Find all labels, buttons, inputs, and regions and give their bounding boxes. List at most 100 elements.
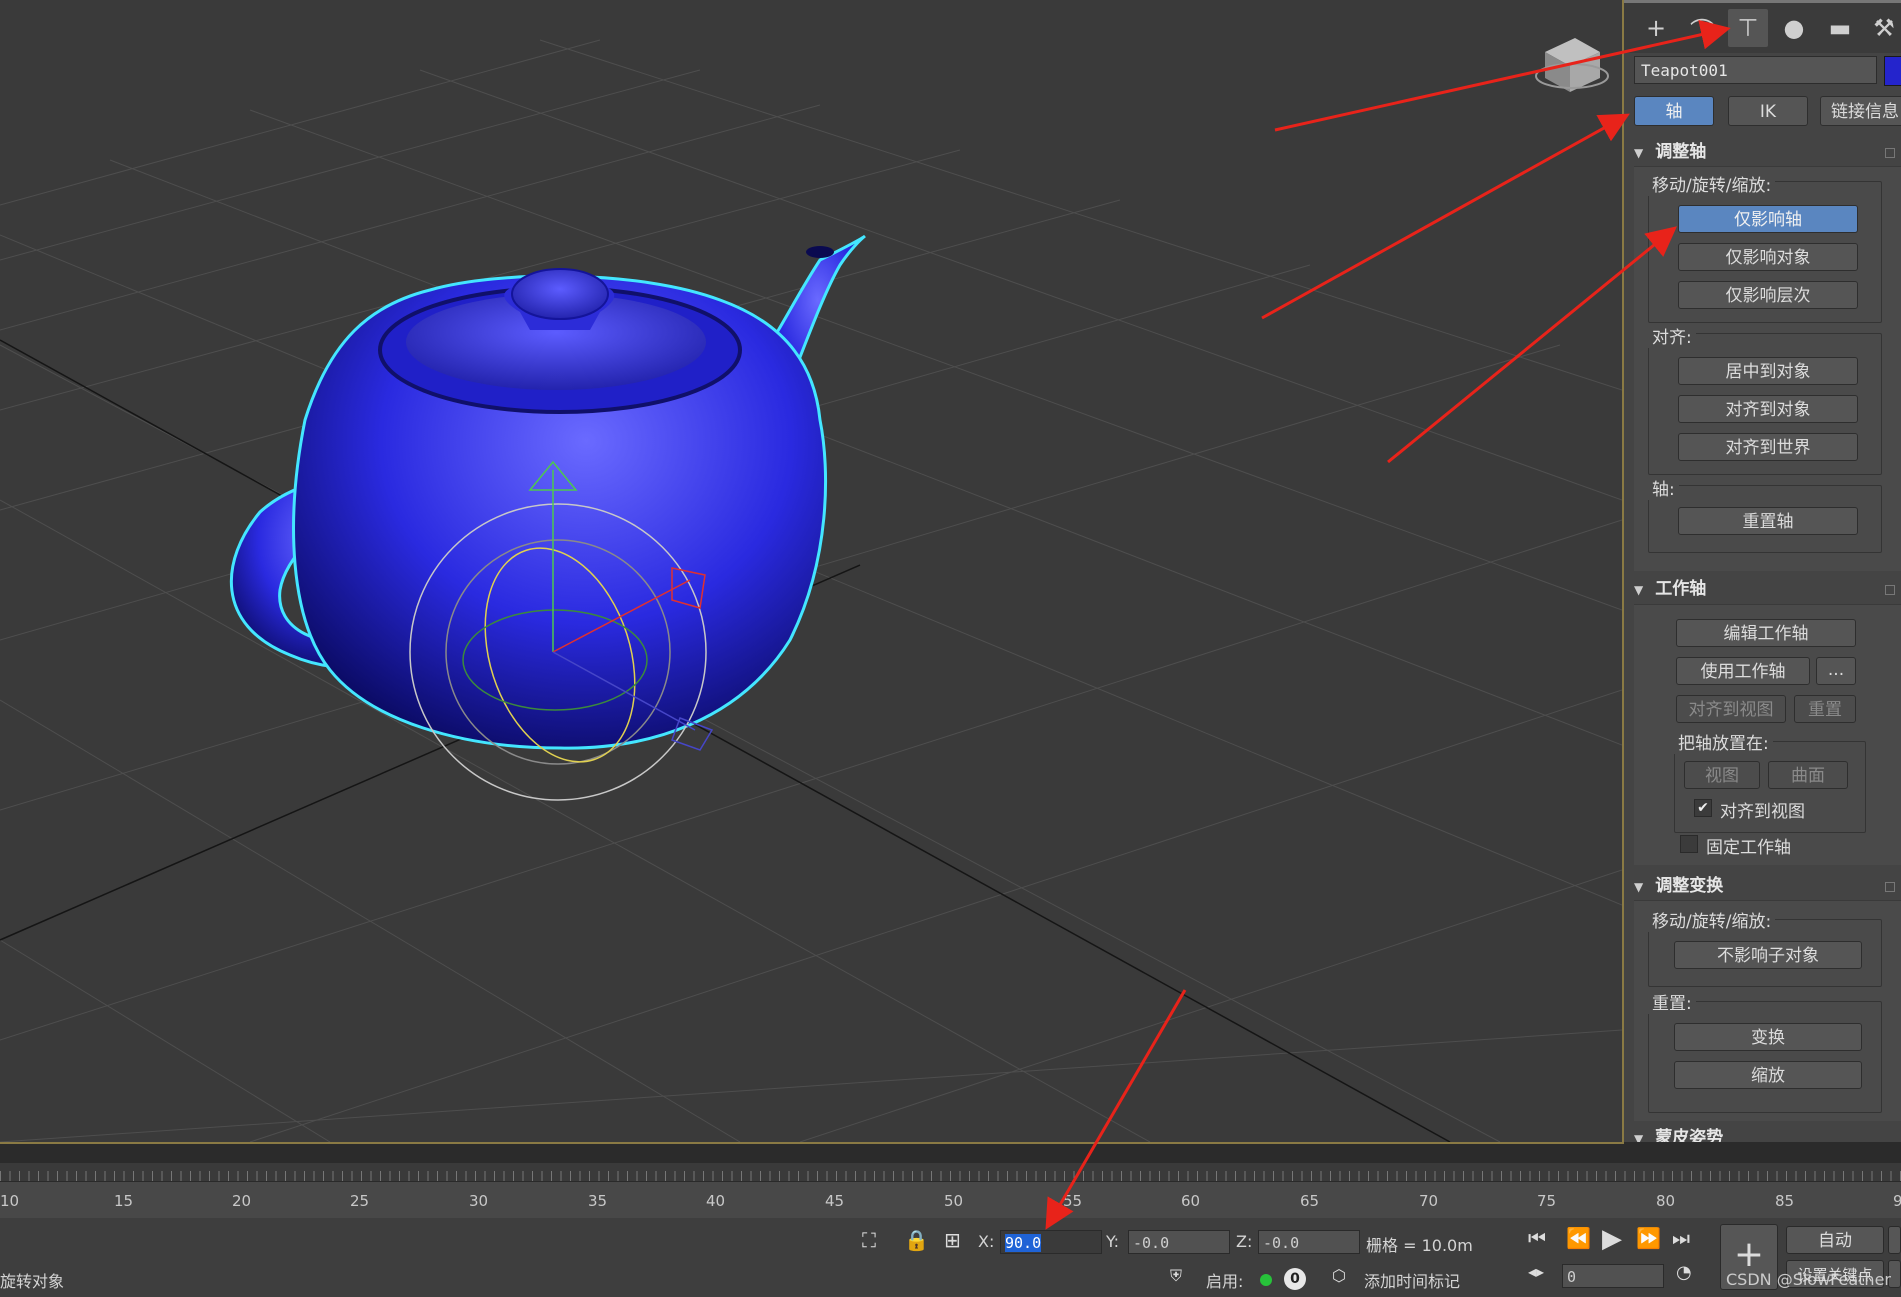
skin-pose-title: 蒙皮姿势 [1655, 1128, 1724, 1142]
adjust-transform-title: 调整变换 [1655, 876, 1724, 896]
enable-label: 启用: [1206, 1272, 1244, 1291]
timeline-tick-label: 65 [1300, 1192, 1320, 1210]
plus-icon[interactable]: + [1636, 9, 1676, 47]
reset-transform-button[interactable]: 变换 [1674, 1023, 1862, 1051]
timeline-track-bar[interactable]: 10 15 20 25 30 35 40 45 50 55 60 65 70 7… [0, 1163, 1901, 1218]
adjust-pivot-rollout-header[interactable]: ▼ 调整轴 [1634, 138, 1901, 166]
display-icon[interactable]: ▬ [1820, 9, 1860, 47]
viewport-scene [0, 38, 1622, 1142]
go-to-end-icon[interactable]: ⏭ [1672, 1226, 1690, 1250]
time-configuration-icon[interactable]: ◔ [1676, 1262, 1692, 1283]
dont-affect-children-button[interactable]: 不影响子对象 [1674, 941, 1862, 969]
reset-pivot-button[interactable]: 重置轴 [1678, 507, 1858, 535]
center-to-object-button[interactable]: 居中到对象 [1678, 357, 1858, 385]
working-pivot-more-button[interactable]: ... [1816, 657, 1856, 685]
affect-hierarchy-only-button[interactable]: 仅影响层次 [1678, 281, 1858, 309]
lock-working-pivot-label: 固定工作轴 [1706, 838, 1791, 858]
command-panel-tabs: + ⌒ ⊤ ● ▬ ⚒ [1624, 0, 1901, 53]
z-coordinate-field[interactable]: -0.0 [1258, 1230, 1360, 1254]
align-to-object-button[interactable]: 对齐到对象 [1678, 395, 1858, 423]
z-coordinate-label: Z: [1236, 1232, 1253, 1251]
teapot-object [229, 234, 866, 750]
pivot-label: 轴: [1648, 475, 1679, 500]
adjust-transform-rollout-header[interactable]: ▼ 调整变换 [1634, 872, 1901, 900]
object-name-field[interactable]: Teapot001 [1634, 56, 1877, 84]
reset-working-pivot-button[interactable]: 重置 [1794, 695, 1856, 723]
x-coordinate-label: X: [978, 1232, 995, 1251]
viewcube-icon [1535, 38, 1609, 92]
adjust-transform-rollout: 移动/旋转/缩放: 不影响子对象 重置: 变换 缩放 [1634, 900, 1901, 1121]
alignment-label: 对齐: [1648, 323, 1696, 348]
timeline-tick-label: 55 [1063, 1192, 1083, 1210]
reset-group [1648, 1001, 1882, 1113]
place-pivot-label: 把轴放置在: [1674, 729, 1773, 754]
reset-label: 重置: [1648, 989, 1696, 1014]
wrench-icon[interactable]: ⚒ [1864, 9, 1901, 47]
object-color-swatch[interactable] [1884, 56, 1901, 86]
auto-key-extra-button[interactable] [1888, 1226, 1901, 1254]
timeline-ruler[interactable]: 10 15 20 25 30 35 40 45 50 55 60 65 70 7… [0, 1181, 1901, 1218]
link-info-mode-button[interactable]: 链接信息 [1820, 96, 1901, 126]
affect-object-only-button[interactable]: 仅影响对象 [1678, 243, 1858, 271]
rollout-handle-icon [1885, 148, 1895, 158]
align-to-view-checkbox[interactable]: ✔ [1694, 799, 1712, 817]
affect-pivot-only-button[interactable]: 仅影响轴 [1678, 205, 1858, 233]
align-to-view-button[interactable]: 对齐到视图 [1676, 695, 1786, 723]
key-mode-toggle-icon[interactable]: ◂▸ [1528, 1262, 1544, 1281]
hierarchy-icon[interactable]: ⊤ [1728, 9, 1768, 47]
prompt-line-text: 旋转对象 [0, 1272, 65, 1291]
current-frame-field[interactable]: 0 [1562, 1264, 1664, 1288]
rollout-handle-icon [1885, 882, 1895, 892]
modify-curve-icon[interactable]: ⌒ [1682, 9, 1722, 47]
align-to-view-checkbox-label: 对齐到视图 [1720, 802, 1805, 822]
go-to-start-icon[interactable]: ⏮ [1528, 1226, 1546, 1250]
timeline-tick-label: 75 [1537, 1192, 1557, 1210]
working-pivot-title: 工作轴 [1655, 579, 1707, 599]
previous-frame-icon[interactable]: ⏪ [1566, 1226, 1591, 1250]
reset-scale-button[interactable]: 缩放 [1674, 1061, 1862, 1089]
auto-key-button[interactable]: 自动 [1786, 1226, 1884, 1254]
timeline-tick-label: 85 [1775, 1192, 1795, 1210]
collapse-triangle-icon: ▼ [1634, 146, 1644, 160]
perspective-viewport[interactable] [0, 0, 1624, 1144]
timeline-tick-label: 25 [350, 1192, 370, 1210]
working-pivot-rollout-header[interactable]: ▼ 工作轴 [1634, 575, 1901, 603]
absolute-mode-icon[interactable]: ⊞ [944, 1228, 961, 1252]
x-coordinate-value: 90.0 [1005, 1234, 1042, 1252]
align-to-world-button[interactable]: 对齐到世界 [1678, 433, 1858, 461]
csdn-watermark: CSDN @SlowFeather [1726, 1270, 1891, 1289]
pivot-mode-button[interactable]: 轴 [1634, 96, 1714, 126]
x-coordinate-field[interactable]: 90.0 [1000, 1230, 1102, 1254]
motion-icon[interactable]: ● [1774, 9, 1814, 47]
timeline-tick-label: 9 [1893, 1192, 1901, 1210]
use-working-pivot-button[interactable]: 使用工作轴 [1676, 657, 1810, 685]
shield-icon[interactable]: ⛨ [1170, 1266, 1182, 1286]
y-coordinate-label: Y: [1106, 1232, 1120, 1251]
collapse-triangle-icon: ▼ [1634, 1132, 1644, 1142]
timeline-tick-label: 35 [588, 1192, 608, 1210]
lock-working-pivot-checkbox[interactable] [1680, 835, 1698, 853]
adjust-pivot-rollout: 移动/旋转/缩放: 仅影响轴 仅影响对象 仅影响层次 对齐: 居中到对象 对齐到… [1634, 166, 1901, 571]
skin-pose-rollout-header[interactable]: ▼ 蒙皮姿势 [1634, 1124, 1901, 1142]
place-pivot-surface-button[interactable]: 曲面 [1768, 761, 1848, 789]
command-panel: + ⌒ ⊤ ● ▬ ⚒ Teapot001 轴 IK 链接信息 ▼ 调整轴 移动/… [1624, 0, 1901, 1142]
y-coordinate-field[interactable]: -0.0 [1128, 1230, 1230, 1254]
place-pivot-view-button[interactable]: 视图 [1684, 761, 1760, 789]
collapse-triangle-icon: ▼ [1634, 880, 1644, 894]
transform-move-rotate-scale-label: 移动/旋转/缩放: [1648, 907, 1776, 932]
time-tag-icon: ⬡ [1332, 1266, 1346, 1285]
isolate-selection-icon[interactable]: ⛶ [862, 1228, 876, 1252]
timeline-tick-label: 20 [232, 1192, 252, 1210]
enable-count-badge: 0 [1284, 1268, 1306, 1290]
ik-mode-button[interactable]: IK [1728, 96, 1808, 126]
timeline-tick-label: 70 [1419, 1192, 1439, 1210]
timeline-tick-label: 30 [469, 1192, 489, 1210]
timeline-tick-label: 40 [706, 1192, 726, 1210]
lock-selection-icon[interactable]: 🔒 [904, 1228, 929, 1252]
next-frame-icon[interactable]: ⏩ [1636, 1226, 1661, 1250]
add-time-tag-button[interactable]: 添加时间标记 [1364, 1268, 1460, 1292]
edit-working-pivot-button[interactable]: 编辑工作轴 [1676, 619, 1856, 647]
working-pivot-rollout: 编辑工作轴 使用工作轴 ... 对齐到视图 重置 把轴放置在: 视图 曲面 ✔ … [1634, 604, 1901, 865]
play-icon[interactable]: ▶ [1602, 1224, 1622, 1254]
move-rotate-scale-label: 移动/旋转/缩放: [1648, 171, 1776, 196]
